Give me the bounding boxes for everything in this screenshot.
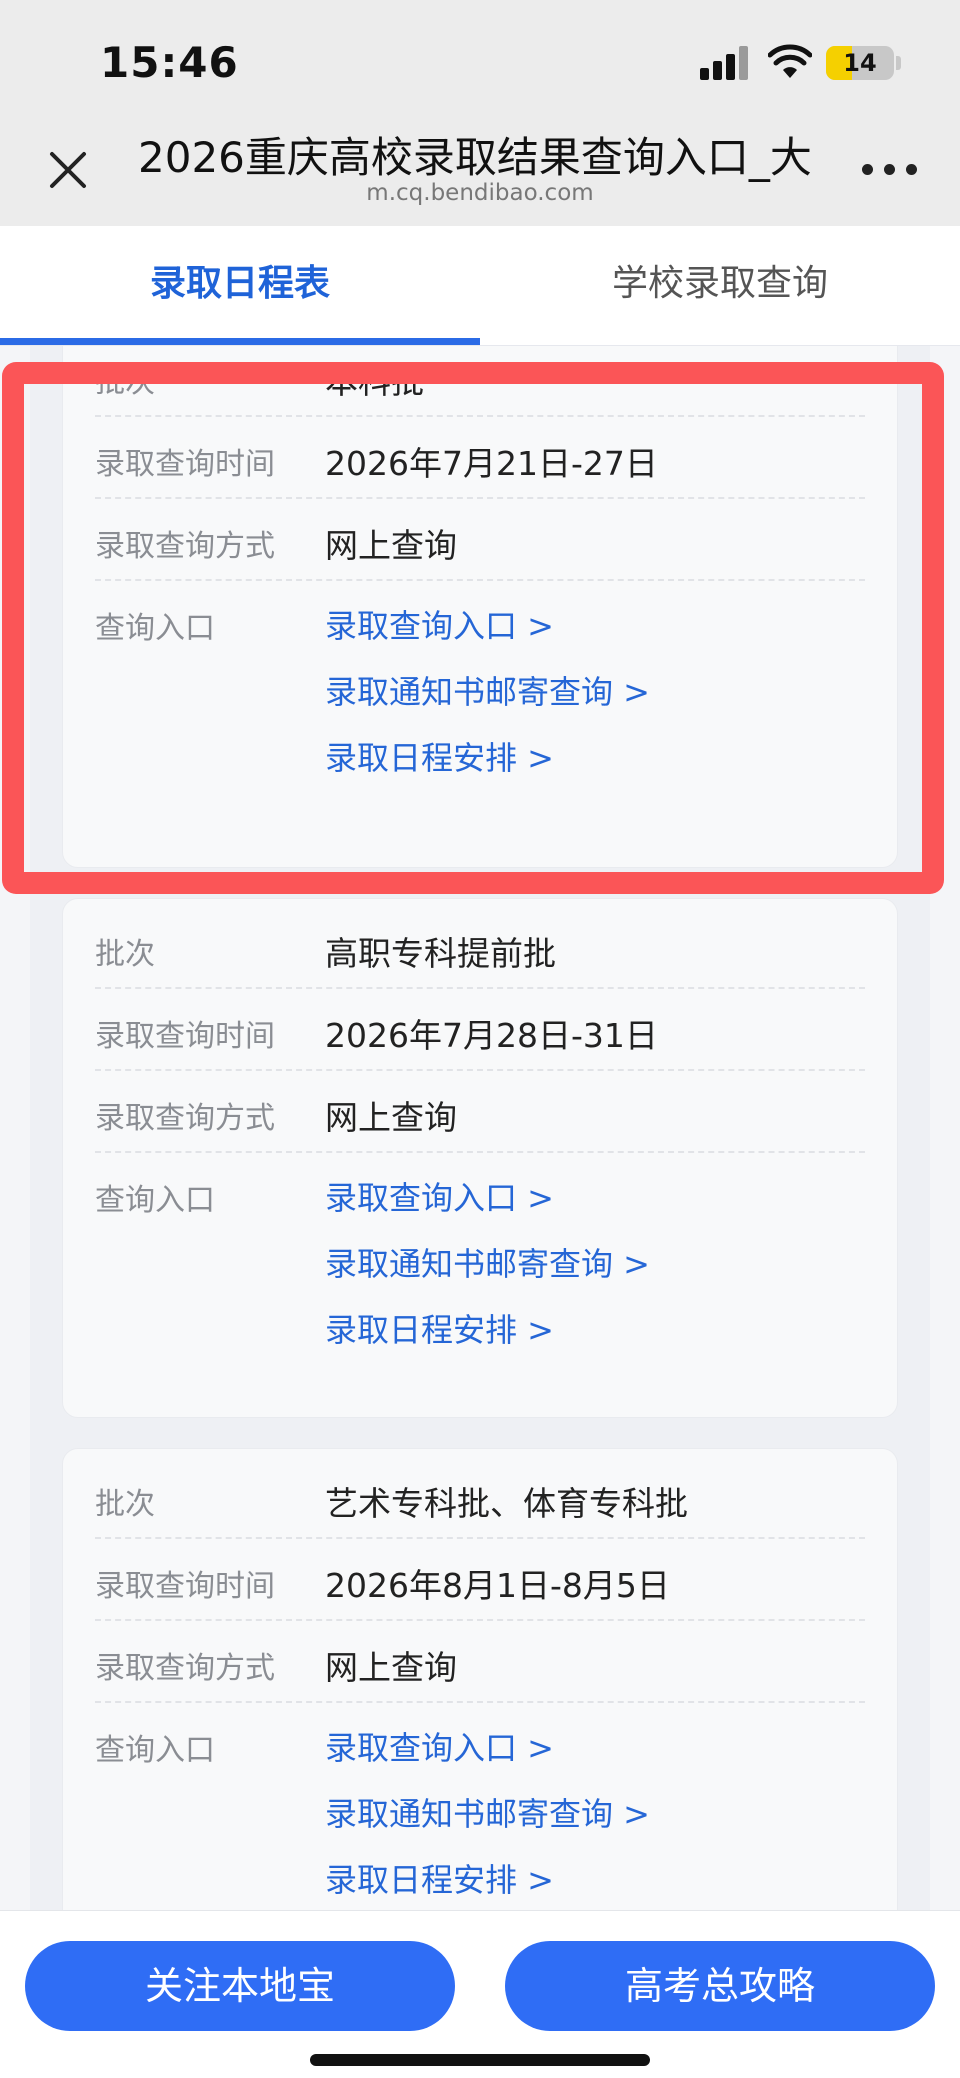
active-tab-indicator xyxy=(0,338,480,345)
follow-button[interactable]: 关注本地宝 xyxy=(25,1941,455,2031)
time-value: 2026年8月1日-8月5日 xyxy=(325,1566,670,1605)
method-row: 录取查询方式 网上查询 xyxy=(95,1621,865,1703)
highlight-box xyxy=(2,362,944,894)
method-label: 录取查询方式 xyxy=(95,1101,275,1136)
entry-label: 查询入口 xyxy=(95,1733,215,1768)
notice-mail-query-link[interactable]: 录取通知书邮寄查询 > xyxy=(325,1789,650,1835)
method-row: 录取查询方式 网上查询 xyxy=(95,1071,865,1153)
batch-label: 批次 xyxy=(95,937,155,972)
batch-value: 高职专科提前批 xyxy=(325,934,556,973)
admission-query-link[interactable]: 录取查询入口 > xyxy=(325,1173,554,1219)
time-value: 2026年7月28日-31日 xyxy=(325,1016,658,1055)
time-row: 录取查询时间 2026年7月28日-31日 xyxy=(95,989,865,1071)
admission-schedule-link[interactable]: 录取日程安排 > xyxy=(325,1855,554,1901)
cellular-signal-icon xyxy=(700,46,750,80)
schedule-card: 批次 艺术专科批、体育专科批 录取查询时间 2026年8月1日-8月5日 录取查… xyxy=(62,1448,898,1910)
batch-value: 艺术专科批、体育专科批 xyxy=(325,1484,688,1523)
more-options-icon[interactable] xyxy=(862,162,918,178)
wifi-icon xyxy=(768,44,812,78)
batch-row: 批次 艺术专科批、体育专科批 xyxy=(95,1457,865,1539)
battery-level: 14 xyxy=(843,49,877,77)
time-row: 录取查询时间 2026年8月1日-8月5日 xyxy=(95,1539,865,1621)
bottom-action-bar: 关注本地宝 高考总攻略 xyxy=(0,1910,960,2078)
method-label: 录取查询方式 xyxy=(95,1651,275,1686)
admission-schedule-link[interactable]: 录取日程安排 > xyxy=(325,1305,554,1351)
tab-bar: 录取日程表 学校录取查询 xyxy=(0,226,960,346)
admission-query-link[interactable]: 录取查询入口 > xyxy=(325,1723,554,1769)
batch-row: 批次 高职专科提前批 xyxy=(95,907,865,989)
page-url: m.cq.bendibao.com xyxy=(366,180,594,206)
entry-row: 查询入口 录取查询入口 > 录取通知书邮寄查询 > 录取日程安排 > xyxy=(95,1153,865,1413)
home-indicator[interactable] xyxy=(310,2054,650,2066)
schedule-card: 批次 高职专科提前批 录取查询时间 2026年7月28日-31日 录取查询方式 … xyxy=(62,898,898,1418)
time-label: 录取查询时间 xyxy=(95,1019,275,1054)
notice-mail-query-link[interactable]: 录取通知书邮寄查询 > xyxy=(325,1239,650,1285)
exam-guide-button[interactable]: 高考总攻略 xyxy=(505,1941,935,2031)
batch-label: 批次 xyxy=(95,1487,155,1522)
browser-chrome: 15:46 14 2026重庆高校录取结果查询入口_大 m.cq.bendiba… xyxy=(0,0,960,226)
status-time: 15:46 xyxy=(100,38,239,87)
entry-row: 查询入口 录取查询入口 > 录取通知书邮寄查询 > 录取日程安排 > xyxy=(95,1703,865,1910)
battery-nub xyxy=(896,56,901,70)
method-value: 网上查询 xyxy=(325,1648,457,1687)
method-value: 网上查询 xyxy=(325,1098,457,1137)
battery-icon: 14 xyxy=(826,46,894,80)
entry-label: 查询入口 xyxy=(95,1183,215,1218)
tab-schedule[interactable]: 录取日程表 xyxy=(0,226,480,346)
page-title: 2026重庆高校录取结果查询入口_大 xyxy=(138,133,812,182)
tab-school-query[interactable]: 学校录取查询 xyxy=(480,226,960,346)
time-label: 录取查询时间 xyxy=(95,1569,275,1604)
